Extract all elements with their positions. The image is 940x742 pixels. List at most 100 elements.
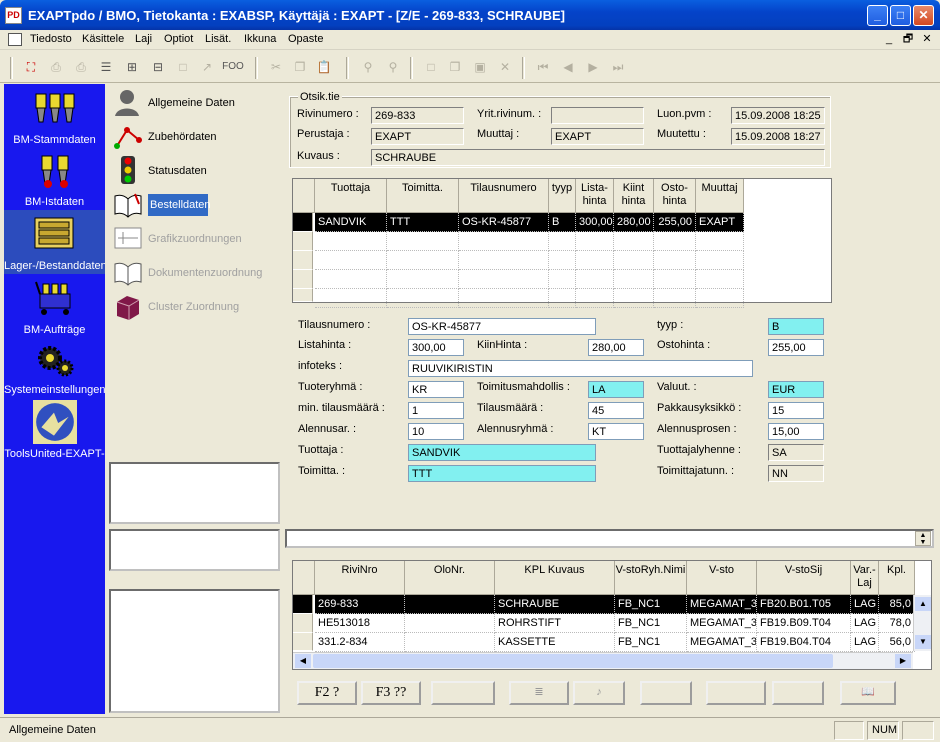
table-cell[interactable]: HE513018 [315, 614, 405, 633]
table-cell[interactable] [654, 289, 696, 308]
table-cell[interactable]: FB_NC1 [615, 614, 687, 633]
order_grid-column-header[interactable]: Osto- hinta [654, 179, 696, 213]
table-cell[interactable]: SCHRAUBE [495, 595, 615, 614]
alennusar-input[interactable]: 10 [408, 423, 464, 440]
tuoteryhma-input[interactable]: KR [408, 381, 464, 398]
stock_grid-column-header[interactable]: RiviNro [315, 561, 405, 595]
horizontal-scrollbar[interactable]: ◀ ▶ [293, 652, 913, 669]
mdi-minimize-button[interactable]: _ [881, 32, 897, 46]
print-icon[interactable]: ⎙ [73, 59, 89, 75]
order_grid-column-header[interactable]: Lista- hinta [576, 179, 614, 213]
nav-toolsunited[interactable]: ToolsUnited-EXAPT- [4, 396, 105, 462]
function-button-blank[interactable] [431, 681, 495, 705]
table-cell[interactable] [696, 232, 744, 251]
prev-record-icon[interactable]: ◀ [560, 59, 576, 75]
table-cell[interactable] [387, 289, 459, 308]
table-cell[interactable] [315, 270, 387, 289]
kiinhinta-input[interactable]: 280,00 [588, 339, 644, 356]
order-grid[interactable]: Tuottaja Toimitta. Tilausnumero tyyp Lista- … [292, 178, 832, 308]
function-button-blank[interactable] [640, 681, 692, 705]
tree-icon[interactable]: ⊞ [124, 59, 140, 75]
table-cell[interactable]: KASSETTE [495, 633, 615, 652]
table-cell[interactable] [549, 289, 576, 308]
row-header[interactable] [293, 270, 313, 289]
scroll-left-icon[interactable]: ◀ [295, 654, 311, 668]
table-cell[interactable] [549, 270, 576, 289]
table-cell[interactable] [549, 251, 576, 270]
table-cell[interactable] [614, 289, 654, 308]
table-cell[interactable] [459, 289, 549, 308]
nav-dokumentenzuordnung[interactable]: Dokumentenzuordnung [111, 256, 281, 288]
table-cell[interactable] [696, 270, 744, 289]
title-bar[interactable]: PD EXAPTpdo / BMO, Tietokanta : EXABSP, … [0, 0, 940, 30]
paste-icon[interactable]: 📋 [316, 59, 332, 75]
toimitta-input[interactable]: TTT [408, 465, 596, 482]
export-icon[interactable]: ↗ [199, 59, 215, 75]
stock_grid-column-header[interactable]: V-stoRyh.Nimi [615, 561, 687, 595]
table-cell[interactable] [614, 251, 654, 270]
table-cell[interactable]: 78,0 [879, 614, 915, 633]
find-next-icon[interactable]: ⚲ [385, 59, 401, 75]
table-cell[interactable]: SANDVIK [315, 213, 387, 232]
table-cell[interactable] [696, 289, 744, 308]
menu-laji[interactable]: Laji [135, 33, 152, 45]
exit-icon[interactable]: ⛶ [23, 59, 39, 75]
table-cell[interactable] [459, 251, 549, 270]
listahinta-input[interactable]: 300,00 [408, 339, 464, 356]
row-header[interactable] [293, 251, 313, 270]
table-cell[interactable] [405, 633, 495, 652]
table-cell[interactable] [654, 270, 696, 289]
stock_grid-column-header[interactable]: KPL Kuvaus [495, 561, 615, 595]
table-cell[interactable]: FB_NC1 [615, 595, 687, 614]
first-record-icon[interactable]: ⏮ [535, 59, 551, 75]
table-cell[interactable]: 56,0 [879, 633, 915, 652]
table-cell[interactable] [576, 270, 614, 289]
table-cell[interactable]: FB19.B04.T04 [757, 633, 851, 652]
table-cell[interactable]: 269-833 [315, 595, 405, 614]
nav-bm-istdaten[interactable]: BM-Istdaten [4, 150, 105, 210]
table-cell[interactable] [387, 251, 459, 270]
menu-opaste[interactable]: Opaste [288, 33, 323, 45]
print-preview-icon[interactable]: ⎙ [48, 59, 64, 75]
stock_grid-column-header[interactable]: V-stoSij [757, 561, 851, 595]
order_grid-column-header[interactable]: Tilausnumero [459, 179, 549, 213]
table-cell[interactable] [654, 232, 696, 251]
stock_grid-column-header[interactable]: V-sto [687, 561, 757, 595]
table-cell[interactable]: 280,00 [614, 213, 654, 232]
tilausmaara-input[interactable]: 45 [588, 402, 644, 419]
table-cell[interactable]: 331.2-834 [315, 633, 405, 652]
list-icon[interactable]: ☰ [98, 59, 114, 75]
order_grid-column-header[interactable]: Toimitta. [387, 179, 459, 213]
table-cell[interactable] [576, 289, 614, 308]
nav-allgemeine-daten[interactable]: Allgemeine Daten [111, 86, 281, 118]
nav-systemeinstellungen[interactable]: Systemeinstellungen [4, 338, 105, 398]
row-header[interactable] [293, 633, 313, 651]
ostohinta-input[interactable]: 255,00 [768, 339, 824, 356]
table-cell[interactable]: B [549, 213, 576, 232]
tilausnumero-input[interactable]: OS-KR-45877 [408, 318, 596, 335]
function-button-blank[interactable] [772, 681, 824, 705]
table-cell[interactable] [459, 270, 549, 289]
table-cell[interactable] [696, 251, 744, 270]
minimize-button[interactable]: _ [867, 5, 888, 26]
document-icon[interactable] [8, 33, 22, 46]
table-cell[interactable]: OS-KR-45877 [459, 213, 549, 232]
table-cell[interactable]: EXAPT [696, 213, 744, 232]
stock_grid-column-header[interactable]: OloNr. [405, 561, 495, 595]
table-cell[interactable] [654, 251, 696, 270]
table-cell[interactable]: TTT [387, 213, 459, 232]
save-record-icon[interactable]: ▣ [472, 59, 488, 75]
row-header[interactable] [293, 614, 313, 633]
table-cell[interactable]: MEGAMAT_3 [687, 595, 757, 614]
new-record-icon[interactable]: □ [423, 59, 439, 75]
row-header-selected[interactable] [293, 595, 313, 614]
mdi-close-button[interactable]: ✕ [919, 32, 935, 46]
min-tilausmaara-input[interactable]: 1 [408, 402, 464, 419]
table-cell[interactable] [315, 232, 387, 251]
nav-zubehoerdaten[interactable]: Zubehördaten [111, 120, 281, 152]
message-scroll[interactable]: ▲ ▼ [915, 531, 931, 546]
function-button-blank[interactable] [706, 681, 766, 705]
nav-grafikzuordnungen[interactable]: Grafikzuordnungen [111, 222, 281, 254]
table-cell[interactable]: LAG [851, 614, 879, 633]
row-header-selected[interactable] [293, 213, 313, 232]
